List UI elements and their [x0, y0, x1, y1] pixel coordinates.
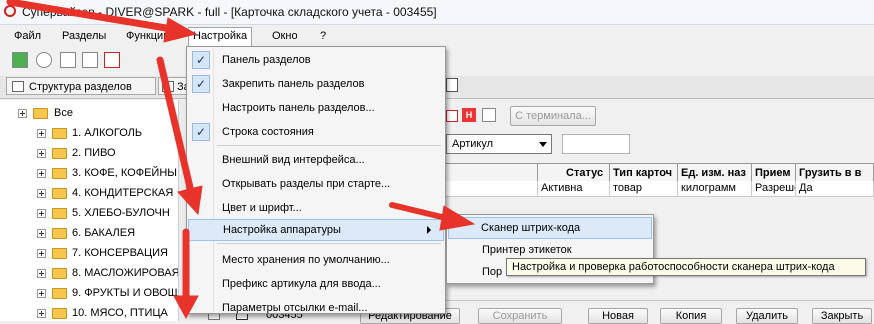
- annotation-arrows: [6, 0, 476, 320]
- arrow-to-settings-head: [163, 17, 198, 43]
- arrow-to-hardware-head: [177, 185, 203, 216]
- arrow-to-hardware-line: [156, 56, 196, 200]
- arrow-down-head: [173, 295, 199, 320]
- arrow-to-settings-line: [6, 0, 182, 34]
- arrow-to-scanner-line: [389, 202, 449, 221]
- arrow-to-scanner-head: [439, 205, 476, 231]
